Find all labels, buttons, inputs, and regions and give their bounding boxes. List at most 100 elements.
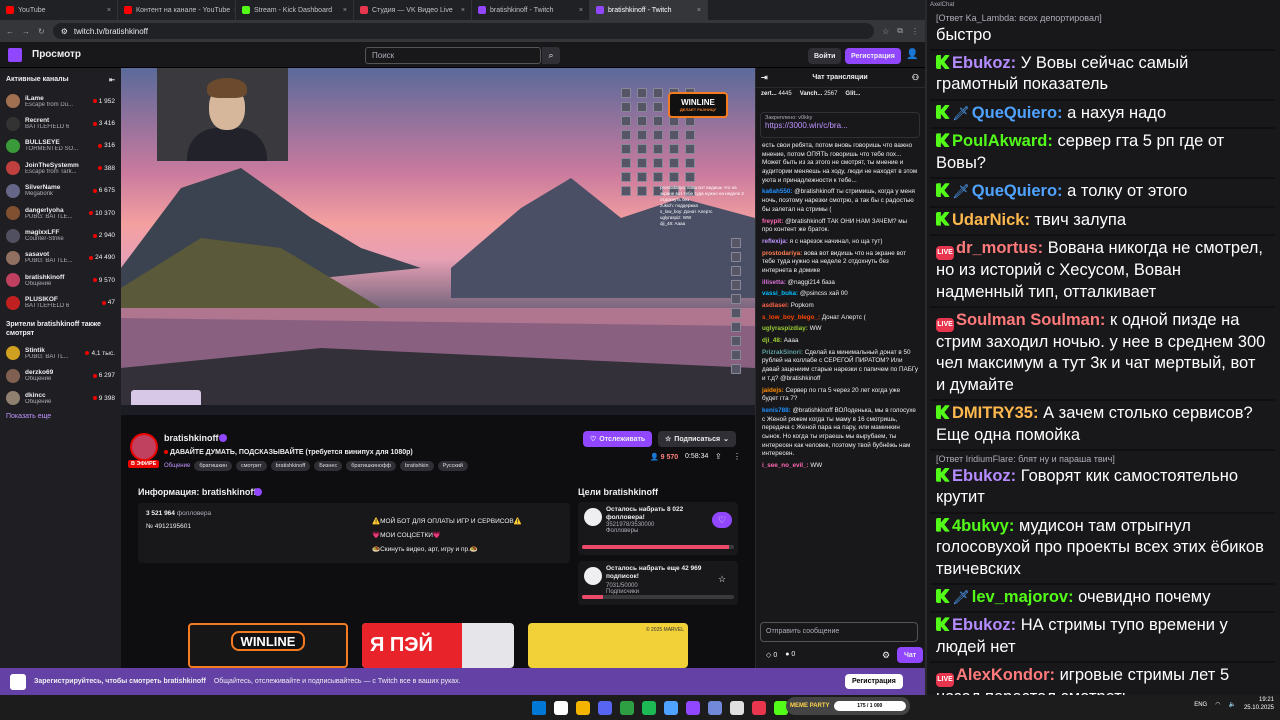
chat-username[interactable]: freypit: [762, 218, 783, 225]
stream-tag[interactable]: братишкинофф [346, 461, 397, 471]
goal-follow-button[interactable]: ♡ [712, 512, 732, 528]
stream-tag[interactable]: братишкин [194, 461, 232, 471]
chat-settings-icon[interactable]: ⚙ [882, 650, 890, 661]
chat-username[interactable]: dji_48: [762, 337, 782, 344]
chat-username[interactable]: asdlasei: [762, 302, 789, 309]
about-link[interactable]: ⚠️МОЙ БОТ ДЛЯ ОПЛАТЫ ИГР И СЕРВИСОВ⚠️ [372, 517, 522, 525]
search-icon[interactable]: ⌕ [542, 47, 560, 64]
chat-username[interactable]: s_low_boy_blego_: [762, 314, 820, 321]
chat-username[interactable]: prostodariya: [762, 250, 802, 257]
taskbar-app-icon[interactable] [708, 700, 722, 715]
about-link[interactable]: 🧆Скинуть видео, арт, игру и пр.🧆 [372, 545, 478, 553]
taskbar-app-icon[interactable] [554, 700, 568, 715]
sidebar-channel[interactable]: bratishkinoff Общение 9 570 [0, 269, 121, 291]
pinned-message[interactable]: Закреплено: v0kky https://3000.win/c/bra… [760, 112, 920, 138]
clock[interactable]: 19:21 25.10.2025 [1244, 697, 1274, 713]
taskbar-app-icon[interactable] [686, 700, 700, 715]
chat-input[interactable]: Отправить сообщение [760, 622, 918, 642]
browser-tab[interactable]: YouTube × [0, 0, 118, 20]
sidebar-channel[interactable]: dangerlyoha PUBG: BATTLE... 10 370 [0, 202, 121, 224]
chat-username[interactable]: PrizrakSinori: [762, 349, 803, 356]
stream-tag[interactable]: bratishkin [400, 461, 434, 471]
stream-tag[interactable]: Русский [437, 461, 468, 471]
collapse-chat-icon[interactable]: ⇥ [761, 73, 768, 82]
leader-item[interactable]: Glit... [845, 91, 860, 97]
taskbar-app-icon[interactable] [730, 700, 744, 715]
sidebar-channel[interactable]: derzko69 Общение 6 297 [0, 364, 121, 386]
channel-name[interactable]: bratishkinoff [164, 433, 219, 443]
extensions-icon[interactable]: ⧉ [897, 26, 903, 36]
sidebar-channel[interactable]: iLame Escape from Du... 1 952 [0, 90, 121, 112]
chat-username[interactable]: kenis788: [762, 407, 791, 414]
sidebar-channel[interactable]: dkincc Общение 9 398 [0, 387, 121, 409]
chat-username[interactable]: jaidejs: [762, 387, 784, 394]
about-link[interactable]: 💗МОИ СОЦСЕТКИ💗 [372, 531, 441, 539]
taskbar-app-icon[interactable] [752, 700, 766, 715]
share-icon[interactable]: ⇪ [715, 452, 722, 461]
sidebar-channel[interactable]: Recrent BATTLEFIELD 6 3 416 [0, 112, 121, 134]
channel-points[interactable]: ◇ 0 ● 0 [766, 651, 795, 659]
sidebar-channel[interactable]: sasavot PUBG: BATTLE... 24 490 [0, 247, 121, 269]
user-icon[interactable]: 👤 [906, 49, 918, 60]
sidebar-channel[interactable]: magixxLFF Counter-Strike 2 940 [0, 224, 121, 246]
close-icon[interactable]: × [107, 7, 111, 14]
chat-username[interactable]: reflexija: [762, 238, 788, 245]
stream-tag[interactable]: bratishkinoff [270, 461, 311, 471]
browser-tab[interactable]: Stream - Kick Dashboard × [236, 0, 354, 20]
close-icon[interactable]: × [579, 7, 583, 14]
follow-button[interactable]: ♡ Отслеживать [583, 431, 653, 447]
chat-username[interactable]: i_see_no_evil_: [762, 462, 809, 469]
subscribe-button[interactable]: ☆ Подписаться ⌄ [658, 431, 736, 447]
close-icon[interactable]: × [461, 7, 465, 14]
chat-username[interactable]: uglyraspizdiay: [762, 325, 808, 332]
pinned-link[interactable]: https://3000.win/c/bra... [765, 121, 915, 130]
leader-item[interactable]: Vanch... 2567 [800, 91, 838, 97]
browse-link[interactable]: Просмотр [32, 49, 81, 60]
stream-tag[interactable]: смотрит [235, 461, 267, 471]
collapse-icon[interactable]: ⇤ [109, 76, 115, 84]
sidebar-channel[interactable]: Stintik PUBG: BATTL... 4,1 тыс. [0, 342, 121, 364]
chat-username[interactable]: vassi_buka: [762, 290, 798, 297]
bookmark-icon[interactable]: ☆ [882, 27, 889, 36]
goal-subscribe-button[interactable]: ☆ [712, 571, 732, 587]
taskbar-app-icon[interactable] [642, 700, 656, 715]
forward-icon[interactable]: → [22, 27, 30, 36]
browser-tab[interactable]: bratishkinoff - Twitch × [590, 0, 708, 20]
site-info-icon[interactable]: ⚙ [61, 27, 68, 36]
back-icon[interactable]: ← [6, 27, 14, 36]
twitch-logo-icon[interactable] [8, 47, 22, 62]
taskbar-app-icon[interactable] [598, 700, 612, 715]
reload-icon[interactable]: ↻ [38, 27, 45, 36]
channel-avatar[interactable] [130, 433, 158, 461]
banner-signup-button[interactable]: Регистрация [845, 674, 903, 689]
taskbar-app-icon[interactable] [620, 700, 634, 715]
signup-button[interactable]: Регистрация [845, 48, 901, 64]
login-button[interactable]: Войти [808, 48, 842, 64]
sidebar-channel[interactable]: PLUSIKOF BATTLEFIELD 6 47 [0, 292, 121, 314]
ad-banner-yapay[interactable]: Я ПЭЙ [362, 623, 514, 668]
more-options-icon[interactable]: ⋮ [733, 452, 741, 461]
close-icon[interactable]: × [697, 7, 701, 14]
browser-tab[interactable]: Студия — VK Видео Live × [354, 0, 472, 20]
chat-username[interactable]: illisetta: [762, 279, 786, 286]
users-icon[interactable]: ⚇ [912, 73, 919, 82]
browser-tab[interactable]: bratishkinoff - Twitch × [472, 0, 590, 20]
close-icon[interactable]: × [343, 7, 347, 14]
stream-tag[interactable]: Бизнес [314, 461, 343, 471]
search-input[interactable]: Поиск [365, 47, 541, 64]
menu-icon[interactable]: ⋮ [911, 27, 919, 36]
taskbar-app-icon[interactable] [576, 700, 590, 715]
taskbar-app-icon[interactable] [664, 700, 678, 715]
ad-banner-marvel[interactable]: © 2025 MARVEL [528, 623, 688, 668]
volume-icon[interactable]: 🔈 [1228, 701, 1235, 708]
browser-tab[interactable]: Контент на канале - YouTube× [118, 0, 236, 20]
chat-username[interactable]: ka6ah550: [762, 188, 792, 195]
leader-item[interactable]: zert... 4445 [761, 91, 792, 97]
ad-banner-winline[interactable]: WINLINE [188, 623, 348, 668]
start-icon[interactable] [532, 700, 546, 715]
show-more-link[interactable]: Показать еще [0, 409, 121, 424]
wifi-icon[interactable]: ◠ [1215, 701, 1220, 708]
chat-send-button[interactable]: Чат [897, 647, 924, 663]
sidebar-channel[interactable]: JoinTheSystemm Escape from Tark... 388 [0, 157, 121, 179]
category-link[interactable]: Общение [164, 463, 190, 469]
